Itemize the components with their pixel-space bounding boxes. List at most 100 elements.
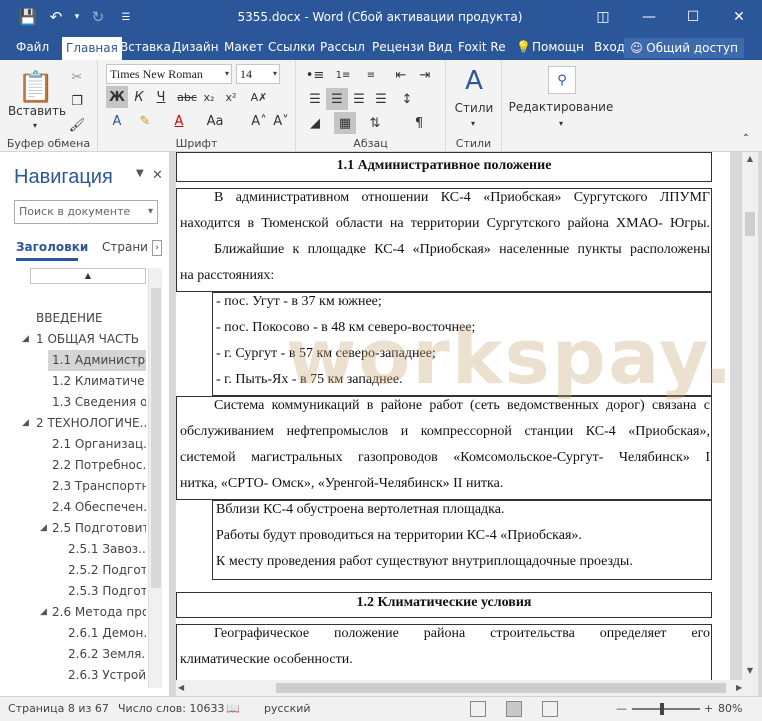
clear-format-icon[interactable]: A✗ [248,86,270,108]
text-effects-icon[interactable]: A [106,110,128,132]
tabs-scroll-right-icon[interactable]: › [152,240,162,256]
italic-button[interactable]: К [128,86,150,108]
collapse-triangle-icon[interactable]: ◢ [40,523,47,533]
font-color-icon[interactable]: A [168,110,190,132]
scroll-down-icon[interactable]: ▼ [742,664,758,678]
nav-heading-item[interactable]: 2.5.3 Подгот... [68,581,146,602]
page-indicator[interactable]: Страница 8 из 67 [8,697,109,721]
scroll-to-top-icon[interactable]: ▲ [30,268,146,284]
pane-options-icon[interactable]: ▼ [136,168,144,179]
undo-icon[interactable]: ↶ [42,0,70,34]
collapse-triangle-icon[interactable]: ◢ [22,334,29,344]
editing-dropdown-icon[interactable]: ▾ [554,118,568,128]
customize-qat-icon[interactable]: ☰ [112,0,140,34]
nav-heading-item[interactable]: 2.5.1 Завоз... [68,539,146,560]
document-page[interactable]: 1.1 Административное положение В админис… [176,152,730,682]
tab-headings[interactable]: Заголовки [16,240,88,254]
nav-heading-item[interactable]: 2.5.2 Подгот... [68,560,146,581]
nav-heading-item[interactable]: 2.6.1 Демон... [68,623,146,644]
close-button[interactable]: ✕ [716,0,762,34]
paste-icon[interactable]: 📋 [14,68,58,106]
read-mode-icon[interactable] [470,701,486,717]
format-painter-icon[interactable]: 🖌 [66,114,88,136]
minimize-button[interactable]: — [626,0,672,34]
scroll-up-icon[interactable]: ▲ [742,152,758,166]
shrink-font-icon[interactable]: A˅ [270,110,292,132]
tab-references[interactable]: Ссылки [264,34,319,60]
strikethrough-button[interactable]: abc [176,86,198,108]
tab-view[interactable]: Вид [424,34,456,60]
styles-icon[interactable]: A [456,64,492,98]
borders-icon[interactable]: ▦ [334,112,356,134]
justify-icon[interactable]: ☰ [370,88,392,110]
scroll-left-icon[interactable]: ◀ [178,680,192,696]
sort-icon[interactable]: ⇅ [364,112,386,134]
tab-review[interactable]: Рецензи [368,34,424,60]
tab-foxit-reader[interactable]: Foxit Re [454,34,508,60]
save-icon[interactable]: 💾 [14,0,42,34]
tab-home[interactable]: Главная [62,37,122,60]
tab-pages[interactable]: Страниц [102,240,148,254]
nav-heading-item[interactable]: 2.6 Метода про... [52,602,146,623]
maximize-button[interactable]: ☐ [670,0,716,34]
nav-heading-item[interactable]: 1 ОБЩАЯ ЧАСТЬ [36,329,146,350]
share-button[interactable]: ☺ Общий доступ [624,38,744,58]
scroll-right-icon[interactable]: ▶ [736,680,750,696]
align-right-icon[interactable]: ☰ [348,88,370,110]
ribbon-display-options-icon[interactable]: ◫ [580,0,626,34]
print-layout-icon[interactable] [506,701,522,717]
nav-heading-item[interactable]: 2.4 Обеспечен... [52,497,146,518]
line-spacing-icon[interactable]: ↕ [396,88,418,110]
word-count[interactable]: Число слов: 10633 [118,697,224,721]
nav-heading-item[interactable]: 2 ТЕХНОЛОГИЧЕ... [36,413,146,434]
close-pane-icon[interactable]: ✕ [152,168,163,183]
nav-heading-item[interactable]: 2.5 Подготовит... [52,518,146,539]
undo-dropdown-icon[interactable]: ▾ [70,0,84,34]
nav-heading-item[interactable]: 2.6.2 Земля... [68,644,146,665]
bullets-icon[interactable]: •≡ [304,64,326,86]
zoom-in-icon[interactable]: + [704,697,713,721]
paste-button[interactable]: Вставить [6,102,68,120]
zoom-slider-thumb[interactable] [660,703,664,715]
zoom-out-icon[interactable]: — [616,697,627,721]
copy-icon[interactable]: ❐ [66,90,88,112]
collapse-triangle-icon[interactable]: ◢ [22,418,29,428]
document-scroll-thumb[interactable] [745,212,755,236]
document-vertical-scrollbar[interactable]: ▲ ▼ [742,152,758,682]
multilevel-list-icon[interactable]: ≡ [360,64,382,86]
search-dropdown-icon[interactable]: ▾ [148,201,153,223]
tab-layout[interactable]: Макет [220,34,267,60]
styles-dropdown-icon[interactable]: ▾ [466,118,480,128]
align-center-icon[interactable]: ☰ [326,88,348,110]
navigation-scrollbar[interactable] [148,268,162,688]
align-left-icon[interactable]: ☰ [304,88,326,110]
search-input[interactable]: Поиск в документе ▾ [14,200,158,224]
increase-indent-icon[interactable]: ⇥ [414,64,436,86]
collapse-ribbon-icon[interactable]: ⌃ [738,130,754,146]
nav-heading-item[interactable]: 2.2 Потребнос... [52,455,146,476]
tab-insert[interactable]: Вставка [116,34,175,60]
change-case-icon[interactable]: Aa [204,110,226,132]
nav-heading-item[interactable]: 2.1 Организац... [52,434,146,455]
navigation-scroll-thumb[interactable] [151,288,161,588]
zoom-slider[interactable] [632,708,700,710]
find-icon[interactable]: ⚲ [548,66,576,94]
language-indicator[interactable]: русский [264,697,311,721]
sign-in-link[interactable]: Вход [590,34,629,60]
shading-icon[interactable]: ◢ [304,112,326,134]
collapse-triangle-icon[interactable]: ◢ [40,607,47,617]
underline-button[interactable]: Ч [150,86,172,108]
web-layout-icon[interactable] [542,701,558,717]
tab-design[interactable]: Дизайн [168,34,223,60]
nav-heading-item[interactable]: 2.3 Транспортн... [52,476,146,497]
font-name-combo[interactable]: Times New Roman ▾ [106,64,232,84]
subscript-button[interactable]: x₂ [198,86,220,108]
superscript-button[interactable]: x² [220,86,242,108]
redo-icon[interactable]: ↻ [84,0,112,34]
tab-file[interactable]: Файл [12,34,53,60]
cut-icon[interactable]: ✂ [66,66,88,88]
nav-heading-item[interactable]: 2.6.3 Устрой... [68,665,146,686]
tab-tell-me[interactable]: Помощн [528,34,586,60]
nav-heading-item[interactable]: 1.3 Сведения о... [52,392,146,413]
show-formatting-icon[interactable]: ¶ [408,112,430,134]
